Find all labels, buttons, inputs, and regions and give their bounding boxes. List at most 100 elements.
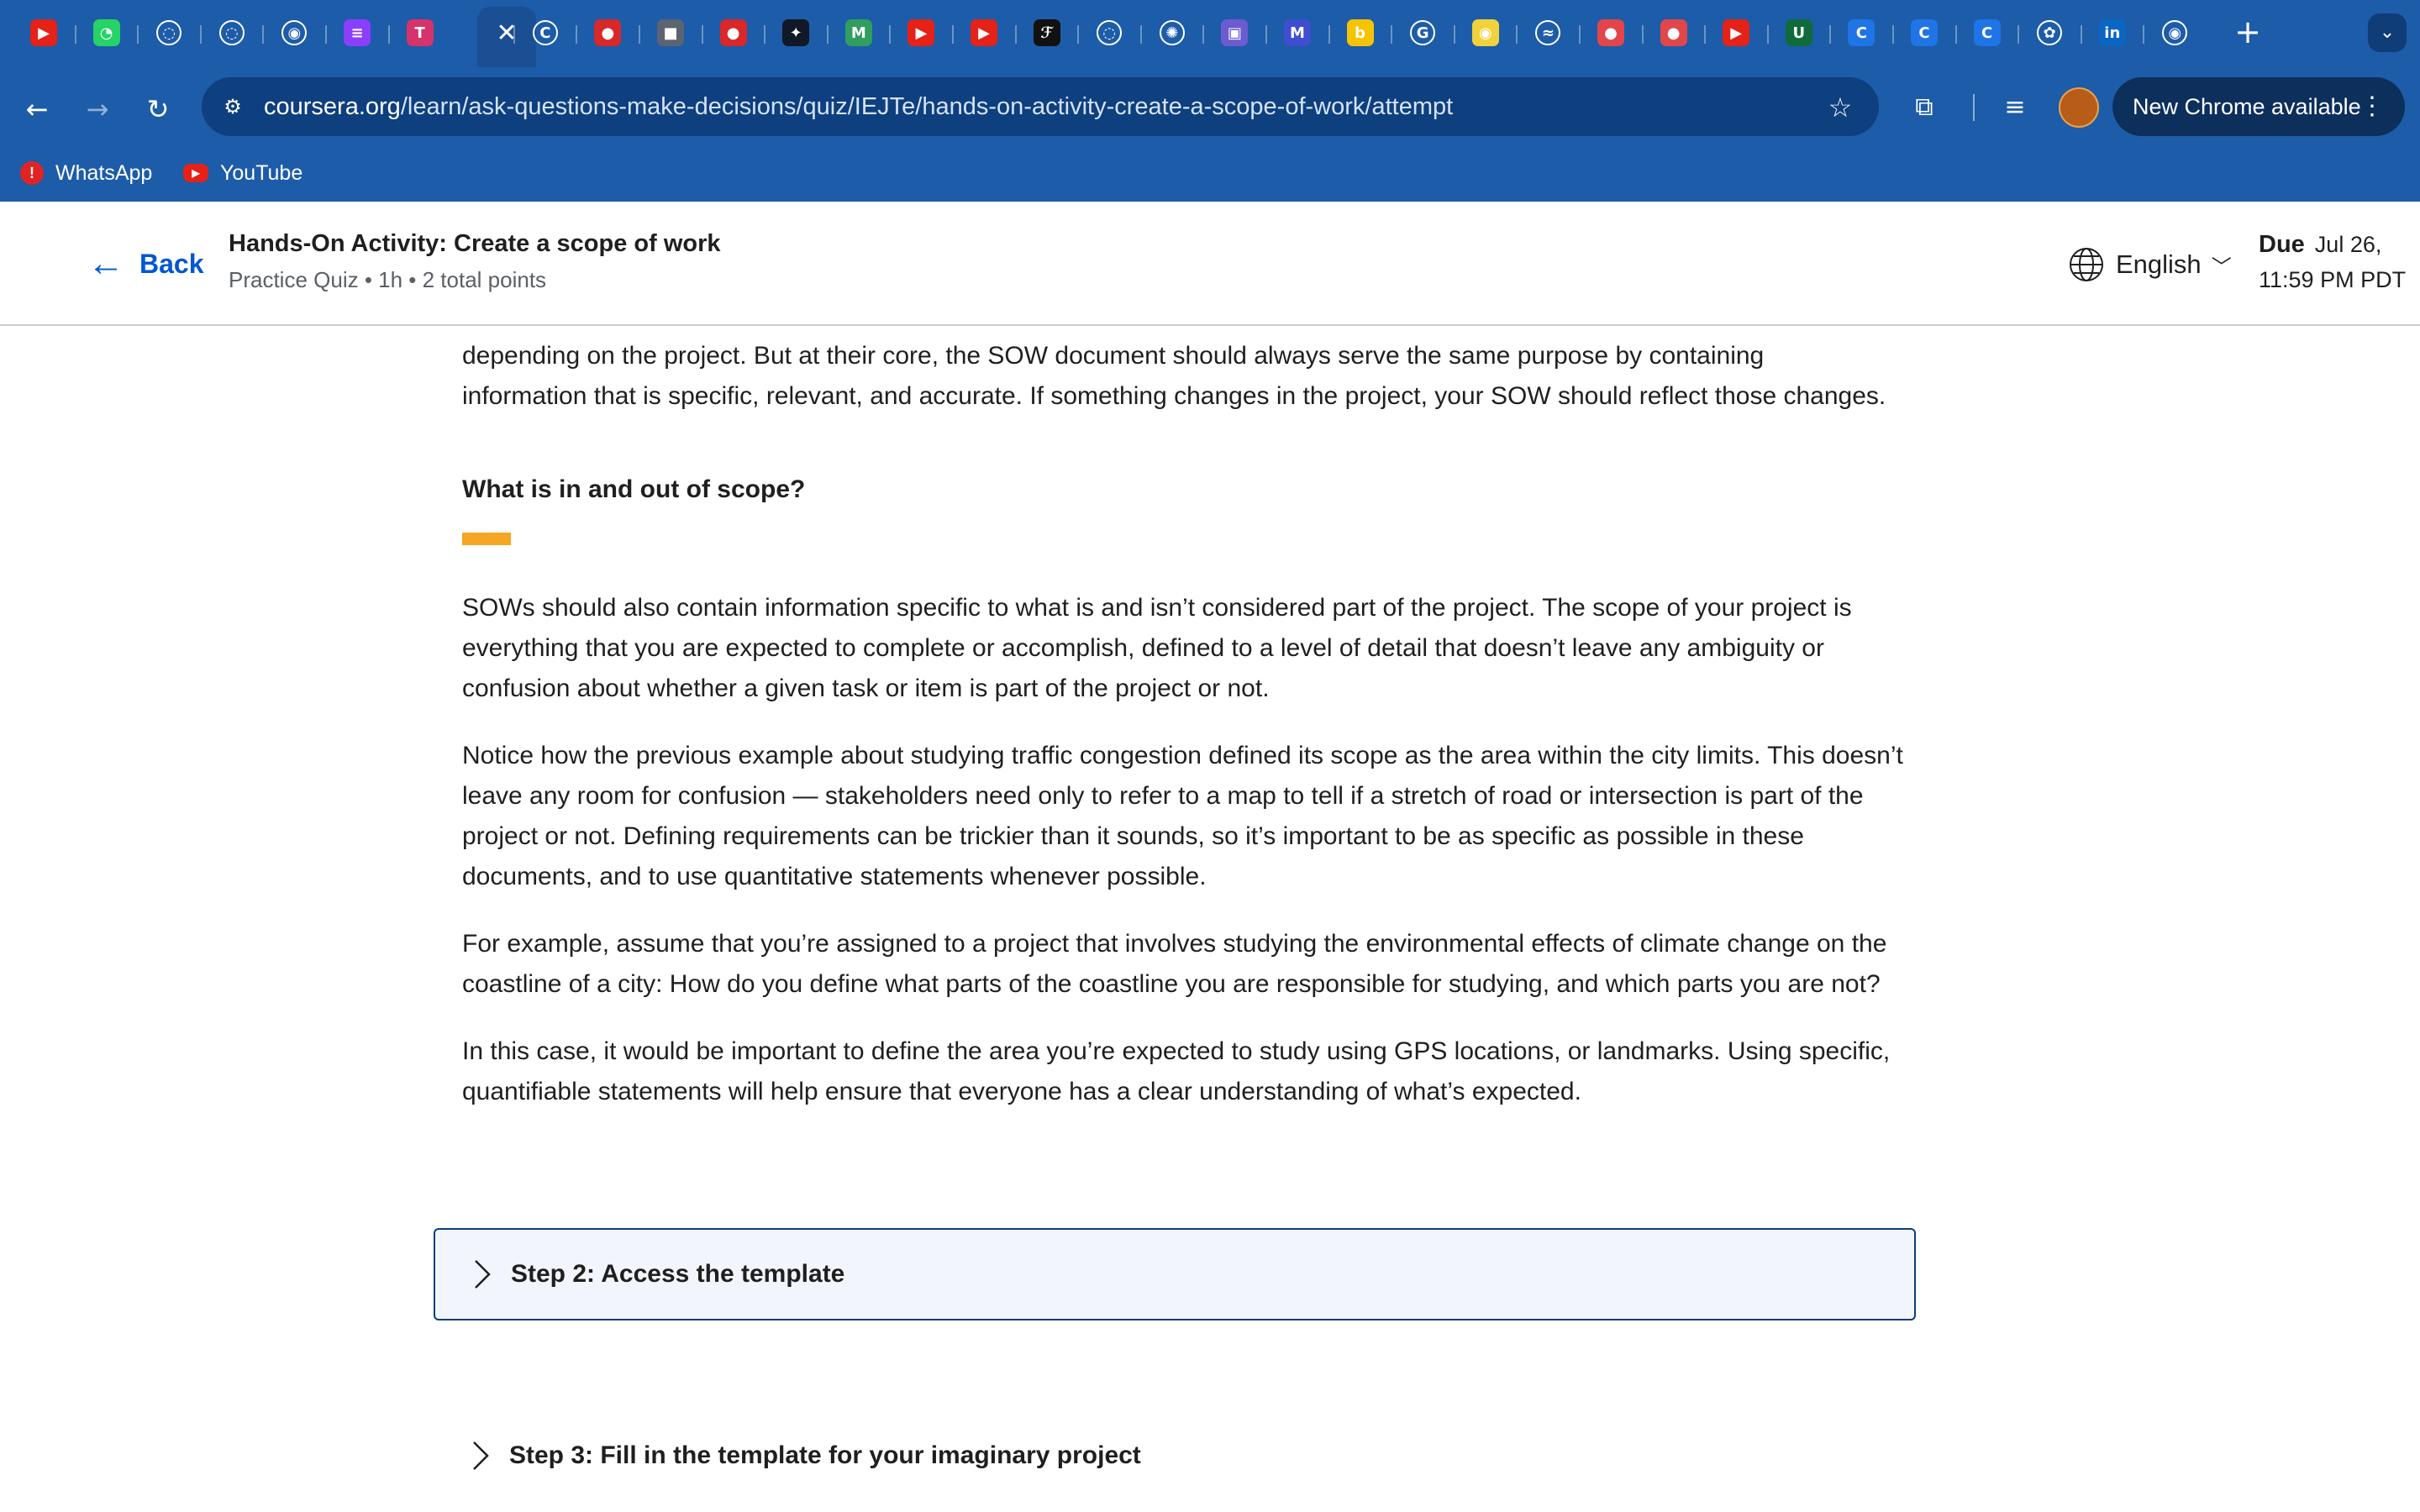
chevron-right-icon	[475, 1260, 491, 1289]
browser-tab[interactable]: ✺	[1155, 15, 1189, 50]
page-title: Hands-On Activity: Create a scope of wor…	[229, 230, 721, 257]
browser-tab[interactable]: ▣	[1218, 15, 1251, 50]
browser-tab[interactable]: ●	[717, 15, 750, 50]
youtube-icon: ▶	[908, 19, 935, 46]
browser-tab[interactable]: ✦	[779, 15, 813, 50]
tab-separator	[1704, 25, 1707, 44]
tab-separator	[325, 25, 327, 44]
back-arrow-icon[interactable]: ←	[17, 89, 57, 129]
browser-tab[interactable]: ◌	[1092, 15, 1126, 50]
browser-tab[interactable]: ◉	[2158, 15, 2191, 50]
browser-tab[interactable]: ●	[1657, 15, 1691, 50]
youtube-icon: ▶	[183, 164, 208, 182]
tab-separator	[262, 25, 265, 44]
step-2-accordion[interactable]: Step 2: Access the template	[434, 1228, 1916, 1320]
browser-tab[interactable]: ≡	[340, 15, 374, 50]
ball-icon: ●	[1597, 19, 1624, 46]
media-controls-icon[interactable]: ≡	[1995, 87, 2035, 128]
myunt-icon: U	[1785, 19, 1812, 46]
browser-tab[interactable]: C	[529, 15, 562, 50]
record-icon: ●	[719, 19, 747, 46]
browser-tab[interactable]: C	[1907, 15, 1941, 50]
browser-tab[interactable]: b	[1344, 15, 1377, 50]
address-bar[interactable]: ⚙ coursera.org/learn/ask-questions-make-…	[202, 77, 1879, 136]
site-settings-icon[interactable]: ⚙	[218, 92, 247, 121]
loading-icon: ◌	[1097, 20, 1123, 45]
bookmark-whatsapp[interactable]: ! WhatsApp	[20, 155, 152, 192]
paragraph: In this case, it would be important to d…	[462, 1037, 1891, 1105]
tab-separator	[889, 25, 892, 44]
browser-tab[interactable]: ◌	[152, 15, 186, 50]
paragraph: Notice how the previous example about st…	[462, 742, 1903, 890]
step-3-accordion[interactable]: Step 3: Fill in the template for your im…	[434, 1410, 1916, 1502]
browser-tab[interactable]: in	[2096, 15, 2129, 50]
bookmark-youtube[interactable]: ▶ YouTube	[183, 155, 302, 192]
browser-tab[interactable]: ≈	[1531, 15, 1565, 50]
browser-tab[interactable]: M	[1281, 15, 1314, 50]
toolbar-divider	[1973, 94, 1975, 121]
browser-tab[interactable]: ℱ	[1030, 15, 1064, 50]
tab-separator	[1202, 25, 1205, 44]
browser-tab[interactable]: G	[1406, 15, 1439, 50]
loading-icon: ◌	[156, 20, 182, 45]
heading-accent-bar	[462, 533, 511, 545]
extensions-icon[interactable]: ⧉	[1904, 87, 1944, 128]
coursera-icon: C	[1911, 19, 1938, 46]
back-button[interactable]: ← Back	[87, 239, 204, 289]
forward-arrow-icon[interactable]: →	[77, 89, 118, 129]
browser-tab[interactable]: U	[1782, 15, 1816, 50]
tab-separator	[1077, 25, 1080, 44]
more-options-icon[interactable]: ⋮	[2360, 77, 2385, 136]
active-tab[interactable]: ✕	[477, 7, 536, 67]
browser-tab[interactable]: ▶	[967, 15, 1001, 50]
browser-tab[interactable]: ▶	[904, 15, 938, 50]
tab-separator	[1328, 25, 1330, 44]
chip-icon: ■	[657, 19, 684, 46]
due-label: Due	[2259, 231, 2305, 258]
step-label: Step 3: Fill in the template for your im…	[509, 1441, 1141, 1469]
language-selector[interactable]: English ﹀	[2069, 244, 2232, 286]
tab-separator	[764, 25, 766, 44]
new-chrome-available-button[interactable]: New Chrome available ⋮	[2112, 77, 2405, 136]
address-url[interactable]: coursera.org/learn/ask-questions-make-de…	[264, 92, 1453, 121]
browser-chrome: ✕ + ⌄ ▶ ◔ ◌ ◌ ◉ ≡ T C ● ■ ● ✦ M ▶ ▶ ℱ ◌ ✺ ▣ Mb G ◉ ≈ ● ● ▶ U C C C ✿ in…	[0, 0, 2420, 202]
browser-tab[interactable]: ■	[654, 15, 687, 50]
tab-separator	[74, 25, 76, 44]
browser-tab[interactable]: ◔	[90, 15, 124, 50]
tab-separator	[639, 25, 640, 44]
tab-separator	[199, 25, 202, 44]
profile-avatar[interactable]	[2059, 87, 2099, 128]
tab-separator	[137, 25, 139, 44]
url-path: /learn/ask-questions-make-decisions/quiz…	[400, 93, 1454, 120]
browser-tab[interactable]: ▶	[1719, 15, 1753, 50]
browser-tab[interactable]: ▶	[27, 15, 60, 50]
tab-separator	[1766, 25, 1769, 44]
close-tab-icon[interactable]: ✕	[477, 17, 536, 50]
new-tab-icon[interactable]: +	[2231, 13, 2265, 50]
browser-tab[interactable]: C	[1970, 15, 2004, 50]
tab-separator	[513, 25, 515, 44]
page-subtitle: Practice Quiz • 1h • 2 total points	[229, 267, 547, 292]
browser-tab[interactable]: ●	[591, 15, 624, 50]
bookmark-star-icon[interactable]: ☆	[1823, 91, 1857, 124]
reading-content: depending on the project. But at their c…	[462, 324, 1941, 1512]
browser-tab[interactable]: ●	[1594, 15, 1628, 50]
github-icon: ◉	[281, 20, 308, 45]
browser-tab[interactable]: M	[842, 15, 876, 50]
tab-separator	[2080, 25, 2082, 44]
brand-icon: T	[406, 19, 434, 46]
browser-tab[interactable]: T	[403, 15, 437, 50]
browser-tab[interactable]: ◉	[277, 15, 311, 50]
browser-tab[interactable]: C	[1844, 15, 1878, 50]
intro-line: depending on the project. But at their c…	[462, 342, 1765, 370]
browser-tab[interactable]: ✿	[2033, 15, 2066, 50]
loading-icon: ◌	[218, 20, 245, 45]
tab-search-chevron-icon[interactable]: ⌄	[2368, 13, 2407, 52]
record-icon: ●	[594, 19, 622, 46]
browser-tab[interactable]: ◉	[1469, 15, 1502, 50]
tab-strip: ✕ + ⌄ ▶ ◔ ◌ ◌ ◉ ≡ T C ● ■ ● ✦ M ▶ ▶ ℱ ◌ ✺ ▣ Mb G ◉ ≈ ● ● ▶ U C C C ✿ in…	[0, 0, 2420, 67]
bookmarks-bar: ! WhatsApp ▶ YouTube	[0, 155, 2420, 192]
reload-icon[interactable]: ↻	[138, 89, 178, 129]
back-arrow-icon: ←	[87, 243, 124, 284]
browser-tab[interactable]: ◌	[215, 15, 249, 50]
